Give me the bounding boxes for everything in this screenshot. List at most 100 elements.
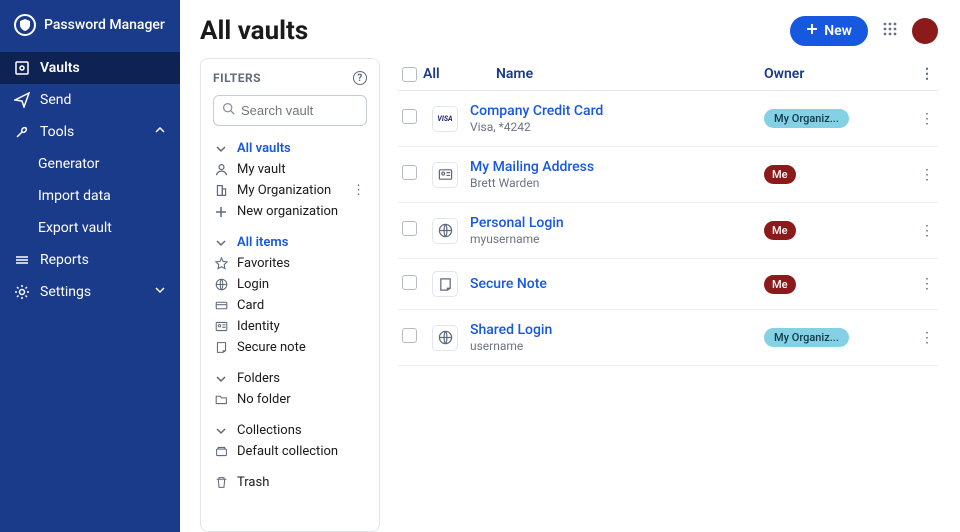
owner-badge: My Organiz... (764, 109, 849, 128)
sidebar-item-send[interactable]: Send (0, 84, 180, 116)
owner-badge: Me (764, 165, 796, 184)
item-title[interactable]: Shared Login (470, 322, 764, 338)
sidebar-item-export-vault[interactable]: Export vault (0, 212, 180, 244)
plus-icon (806, 23, 818, 39)
filters-panel: FILTERS ? All vaults My vault (200, 58, 380, 532)
filter-default-collection[interactable]: Default collection (213, 441, 367, 462)
globe-icon (432, 218, 458, 244)
search-input[interactable] (241, 103, 358, 118)
filters-heading: FILTERS (213, 71, 261, 85)
sidebar-item-vaults[interactable]: Vaults (0, 52, 180, 84)
filter-all-vaults[interactable]: All vaults (213, 138, 367, 159)
column-name: Name (496, 66, 533, 82)
item-title[interactable]: Company Credit Card (470, 103, 764, 119)
avatar[interactable] (912, 18, 938, 44)
column-owner: Owner (764, 66, 804, 82)
row-more-icon[interactable]: ⋮ (920, 276, 934, 292)
card-icon (215, 299, 229, 312)
filter-my-organization[interactable]: My Organization ⋮ (213, 180, 367, 201)
sidebar-item-label: Vaults (40, 60, 80, 76)
table-row: My Mailing Address Brett Warden Me ⋮ (398, 147, 938, 203)
chevron-down-icon (215, 373, 229, 385)
filter-favorites[interactable]: Favorites (213, 253, 367, 274)
header-more-icon[interactable]: ⋮ (920, 66, 934, 82)
sidebar-item-settings[interactable]: Settings (0, 276, 180, 308)
filter-collections-head[interactable]: Collections (213, 420, 367, 441)
filter-no-folder[interactable]: No folder (213, 389, 367, 410)
row-checkbox[interactable] (402, 221, 417, 236)
org-more-icon[interactable]: ⋮ (352, 183, 365, 198)
search-icon (222, 102, 235, 119)
collection-icon (215, 445, 229, 458)
select-all-checkbox[interactable] (402, 67, 417, 82)
table-row: VISA Company Credit Card Visa, *4242 My … (398, 91, 938, 147)
item-subtitle: Brett Warden (470, 176, 764, 190)
item-subtitle: Visa, *4242 (470, 120, 764, 134)
chevron-down-icon (215, 425, 229, 437)
wrench-icon (14, 124, 30, 140)
row-more-icon[interactable]: ⋮ (920, 167, 934, 183)
chevron-down-icon (154, 284, 166, 300)
org-icon (215, 184, 229, 197)
folder-icon (215, 393, 229, 406)
chevron-down-icon (215, 143, 229, 155)
filter-secure-note[interactable]: Secure note (213, 337, 367, 358)
sidebar-item-label: Tools (40, 124, 74, 140)
apps-grid-icon[interactable] (882, 21, 898, 41)
sidebar-item-label: Reports (40, 252, 89, 268)
table-row: Secure Note Me ⋮ (398, 259, 938, 310)
row-more-icon[interactable]: ⋮ (920, 330, 934, 346)
row-checkbox[interactable] (402, 328, 417, 343)
filter-new-organization[interactable]: New organization (213, 201, 367, 222)
item-title[interactable]: Personal Login (470, 215, 764, 231)
trash-icon (215, 476, 229, 489)
item-title[interactable]: Secure Note (470, 276, 764, 292)
reports-icon (14, 252, 30, 268)
filter-folders-head[interactable]: Folders (213, 368, 367, 389)
owner-badge: Me (764, 221, 796, 240)
row-checkbox[interactable] (402, 165, 417, 180)
sidebar-item-import-data[interactable]: Import data (0, 180, 180, 212)
filter-card[interactable]: Card (213, 295, 367, 316)
help-icon[interactable]: ? (353, 71, 367, 85)
star-icon (215, 257, 229, 270)
sidebar-item-generator[interactable]: Generator (0, 148, 180, 180)
send-icon (14, 92, 30, 108)
sidebar-item-label: Settings (40, 284, 91, 300)
new-button[interactable]: New (790, 16, 868, 46)
items-table: All Name Owner ⋮ VISA Company Credit Car… (398, 58, 938, 532)
filter-login[interactable]: Login (213, 274, 367, 295)
filter-my-vault[interactable]: My vault (213, 159, 367, 180)
row-more-icon[interactable]: ⋮ (920, 111, 934, 127)
note-icon (215, 341, 229, 354)
brand-name: Password Manager (44, 17, 165, 33)
sidebar: Password Manager Vaults Send Tools Gener… (0, 0, 180, 532)
filter-trash[interactable]: Trash (213, 472, 367, 493)
shield-icon (14, 14, 36, 36)
sidebar-item-tools[interactable]: Tools (0, 116, 180, 148)
column-all: All (423, 66, 440, 82)
row-more-icon[interactable]: ⋮ (920, 223, 934, 239)
chevron-down-icon (215, 237, 229, 249)
sidebar-item-label: Send (40, 92, 71, 108)
sidebar-item-reports[interactable]: Reports (0, 244, 180, 276)
visa-icon: VISA (432, 106, 458, 132)
new-button-label: New (824, 23, 852, 39)
globe-icon (432, 325, 458, 351)
table-row: Personal Login myusername Me ⋮ (398, 203, 938, 259)
person-icon (215, 163, 229, 176)
search-input-wrapper[interactable] (213, 95, 367, 126)
filter-all-items[interactable]: All items (213, 232, 367, 253)
item-title[interactable]: My Mailing Address (470, 159, 764, 175)
safe-icon (14, 60, 30, 76)
plus-icon (215, 206, 229, 218)
row-checkbox[interactable] (402, 109, 417, 124)
row-checkbox[interactable] (402, 275, 417, 290)
chevron-up-icon (154, 124, 166, 140)
brand-logo: Password Manager (0, 0, 180, 46)
owner-badge: My Organiz... (764, 328, 849, 347)
owner-badge: Me (764, 275, 796, 294)
filter-identity[interactable]: Identity (213, 316, 367, 337)
identity-icon (215, 320, 229, 333)
gear-icon (14, 284, 30, 300)
